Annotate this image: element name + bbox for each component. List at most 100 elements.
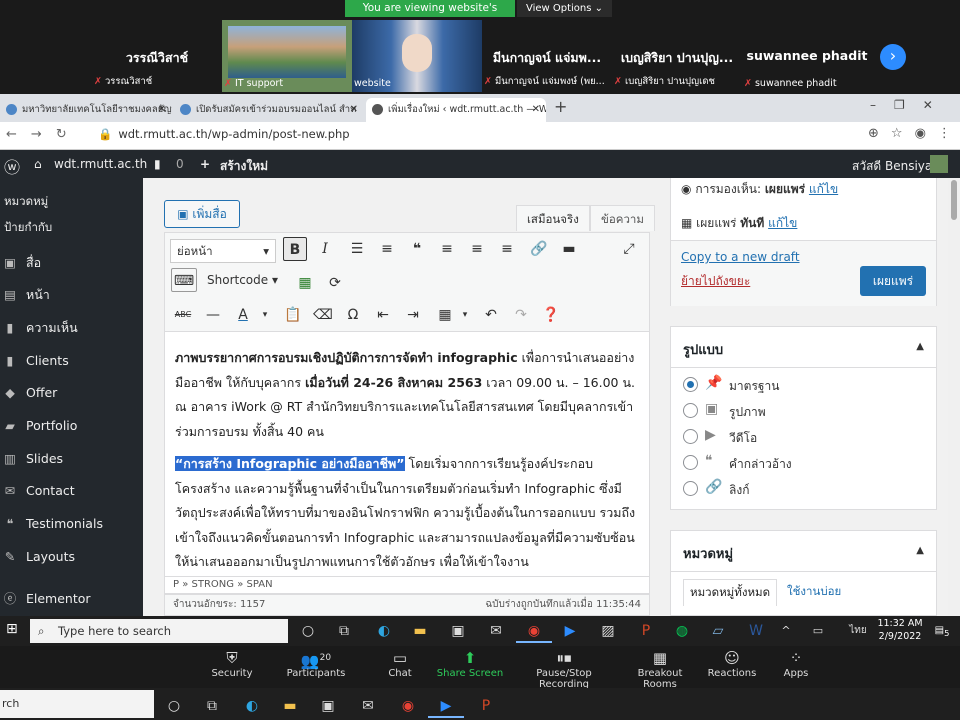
- network-icon[interactable]: ▭: [800, 619, 836, 643]
- view-options-button[interactable]: View Options ⌄: [517, 0, 612, 17]
- close-icon[interactable]: ✕: [532, 98, 540, 122]
- link-icon[interactable]: 🔗: [527, 237, 551, 261]
- star-icon[interactable]: ☆: [891, 126, 915, 141]
- close-icon[interactable]: ✕: [350, 98, 358, 122]
- sidebar-item-slides[interactable]: ▥ Slides: [0, 444, 143, 474]
- sync-icon[interactable]: ⟳: [323, 271, 347, 295]
- redo-icon[interactable]: ↷: [509, 303, 533, 327]
- taskbar-clock[interactable]: 11:32 AM 2/9/2022: [876, 617, 924, 643]
- avatar[interactable]: [930, 155, 948, 173]
- share-screen-button[interactable]: ⬆ Share Screen: [430, 648, 510, 679]
- store-icon[interactable]: ▣: [310, 694, 346, 718]
- notification-button[interactable]: ▤5: [932, 621, 952, 641]
- sidebar-item-testimonials[interactable]: ❝ Testimonials: [0, 509, 143, 539]
- edge-icon[interactable]: ◐: [366, 619, 402, 643]
- powerpoint-icon[interactable]: P: [628, 619, 664, 643]
- wordpress-logo-icon[interactable]: ⓦ: [4, 154, 20, 178]
- edge-icon[interactable]: ◐: [234, 694, 270, 718]
- minimize-icon[interactable]: –: [870, 98, 894, 112]
- browser-tab[interactable]: เปิดรับสมัครเข้าร่วมอบรมออนไลน์ สำห ✕: [174, 98, 364, 122]
- bold-button[interactable]: B: [283, 237, 307, 261]
- participant-tile[interactable]: ✗ IT support: [222, 20, 352, 92]
- edit-visibility-link[interactable]: แก้ไข: [809, 182, 838, 196]
- collapse-icon[interactable]: ▲: [916, 341, 924, 352]
- editor-body[interactable]: ภาพบรรยากาศการอบรมเชิงปฏิบัติการการจัดทำ…: [164, 332, 650, 576]
- site-name-link[interactable]: wdt.rmutt.ac.th: [54, 157, 147, 171]
- security-button[interactable]: ⛨ Security: [192, 648, 272, 679]
- sidebar-item-tags[interactable]: ป้ายกำกับ: [0, 212, 143, 242]
- scrollbar-thumb[interactable]: [951, 180, 957, 220]
- page-scrollbar[interactable]: [948, 178, 960, 616]
- outdent-icon[interactable]: ⇤: [371, 303, 395, 327]
- new-tab-button[interactable]: +: [554, 97, 567, 116]
- chat-button[interactable]: ▭ Chat: [360, 648, 440, 679]
- numbered-list-icon[interactable]: ≡: [375, 237, 399, 261]
- close-window-icon[interactable]: ✕: [923, 98, 951, 112]
- indent-icon[interactable]: ⇥: [401, 303, 425, 327]
- taskbar-search[interactable]: ⌕ Type here to search: [30, 619, 288, 643]
- collapse-icon[interactable]: ▲: [916, 545, 924, 556]
- sidebar-item-contact[interactable]: ✉ Contact: [0, 476, 143, 506]
- tab-all-categories[interactable]: หมวดหมู่ทั้งหมด: [683, 579, 778, 606]
- tab-text[interactable]: ข้อความ: [590, 205, 655, 231]
- align-right-icon[interactable]: ≡: [495, 237, 519, 261]
- participants-button[interactable]: 👥20 Participants: [276, 648, 356, 679]
- sidebar-item-media[interactable]: ▣ สื่อ: [0, 248, 143, 278]
- comment-icon[interactable]: ▮: [154, 157, 161, 171]
- sidebar-item-offer[interactable]: ◆ Offer: [0, 378, 143, 408]
- italic-button[interactable]: I: [313, 237, 337, 261]
- align-center-icon[interactable]: ≡: [465, 237, 489, 261]
- format-radio-video[interactable]: [683, 429, 698, 444]
- help-icon[interactable]: ❓: [539, 303, 563, 327]
- close-icon[interactable]: ✕: [158, 98, 166, 122]
- windows-start-icon[interactable]: ⊞: [6, 621, 18, 637]
- next-page-button[interactable]: ›: [880, 44, 906, 70]
- participant-tile[interactable]: website: [352, 20, 482, 92]
- bullet-list-icon[interactable]: ☰: [345, 237, 369, 261]
- cortana-icon[interactable]: ○: [156, 694, 192, 718]
- user-greeting[interactable]: สวัสดี Bensiya: [852, 157, 932, 176]
- trash-link[interactable]: ย้ายไปถังขยะ: [681, 272, 750, 291]
- sidebar-item-elementor[interactable]: ⓔ Elementor: [0, 584, 143, 614]
- toolbar-toggle-icon[interactable]: ⌨: [171, 268, 197, 292]
- chrome-icon[interactable]: ◉: [516, 619, 552, 643]
- special-character-icon[interactable]: Ω: [341, 303, 365, 327]
- participant-tile[interactable]: suwannee phadit ✗ suwannee phadit: [742, 20, 872, 92]
- align-left-icon[interactable]: ≡: [435, 237, 459, 261]
- file-explorer-icon[interactable]: ▬: [272, 694, 308, 718]
- format-radio-link[interactable]: [683, 481, 698, 496]
- pause-stop-recording-button[interactable]: ⏸⏹ Pause/Stop Recording: [512, 648, 616, 690]
- participant-tile[interactable]: มีนกาญจน์ แจ่มพ... ✗ มีนกาญจน์ แจ่มพงษ์ (…: [482, 20, 612, 92]
- participant-tile[interactable]: เบญสิริยา ปานปุญ... ✗ เบญสิริยา ปานปุญเดช: [612, 20, 742, 92]
- shortcode-dropdown[interactable]: Shortcode ▾: [207, 273, 278, 287]
- participant-tile[interactable]: วรรณีวิสาช์ ✗ วรรณวิสาช์: [92, 20, 222, 92]
- chrome-icon[interactable]: ◉: [390, 694, 426, 718]
- paragraph-format-select[interactable]: ย่อหน้า ▾: [170, 239, 276, 263]
- zoom-icon[interactable]: ⊕: [868, 126, 891, 141]
- undo-icon[interactable]: ↶: [479, 303, 503, 327]
- window-controls[interactable]: –❐✕: [870, 98, 951, 112]
- caret-down-icon[interactable]: ▾: [453, 303, 477, 327]
- tray-expand-icon[interactable]: ^: [768, 619, 804, 643]
- blockquote-icon[interactable]: ❝: [405, 237, 429, 261]
- nav-buttons[interactable]: ←→↻: [6, 127, 81, 142]
- back-icon[interactable]: ←: [6, 127, 31, 142]
- notes-icon[interactable]: ▱: [700, 619, 736, 643]
- read-more-icon[interactable]: ▬: [557, 237, 581, 261]
- comments-count[interactable]: 0: [176, 157, 184, 171]
- format-radio-standard[interactable]: [683, 377, 698, 392]
- task-view-icon[interactable]: ⧉: [194, 694, 230, 718]
- local-search[interactable]: rch: [0, 690, 154, 718]
- edit-publish-link[interactable]: แก้ไข: [768, 216, 797, 230]
- sidebar-item-layouts[interactable]: ✎ Layouts: [0, 542, 143, 572]
- mail-icon[interactable]: ✉: [350, 694, 386, 718]
- powerpoint-icon[interactable]: P: [468, 694, 504, 718]
- paste-text-icon[interactable]: 📋: [281, 303, 305, 327]
- sidebar-item-portfolio[interactable]: ▰ Portfolio: [0, 411, 143, 441]
- url-field[interactable]: 🔒 wdt.rmutt.ac.th/wp-admin/post-new.php: [98, 127, 350, 141]
- language-indicator[interactable]: ไทย: [840, 619, 876, 643]
- plus-icon[interactable]: +: [200, 157, 210, 171]
- sidebar-item-pages[interactable]: ▤ หน้า: [0, 280, 143, 310]
- format-radio-quote[interactable]: [683, 455, 698, 470]
- zoom-app-icon[interactable]: ▶: [552, 619, 588, 643]
